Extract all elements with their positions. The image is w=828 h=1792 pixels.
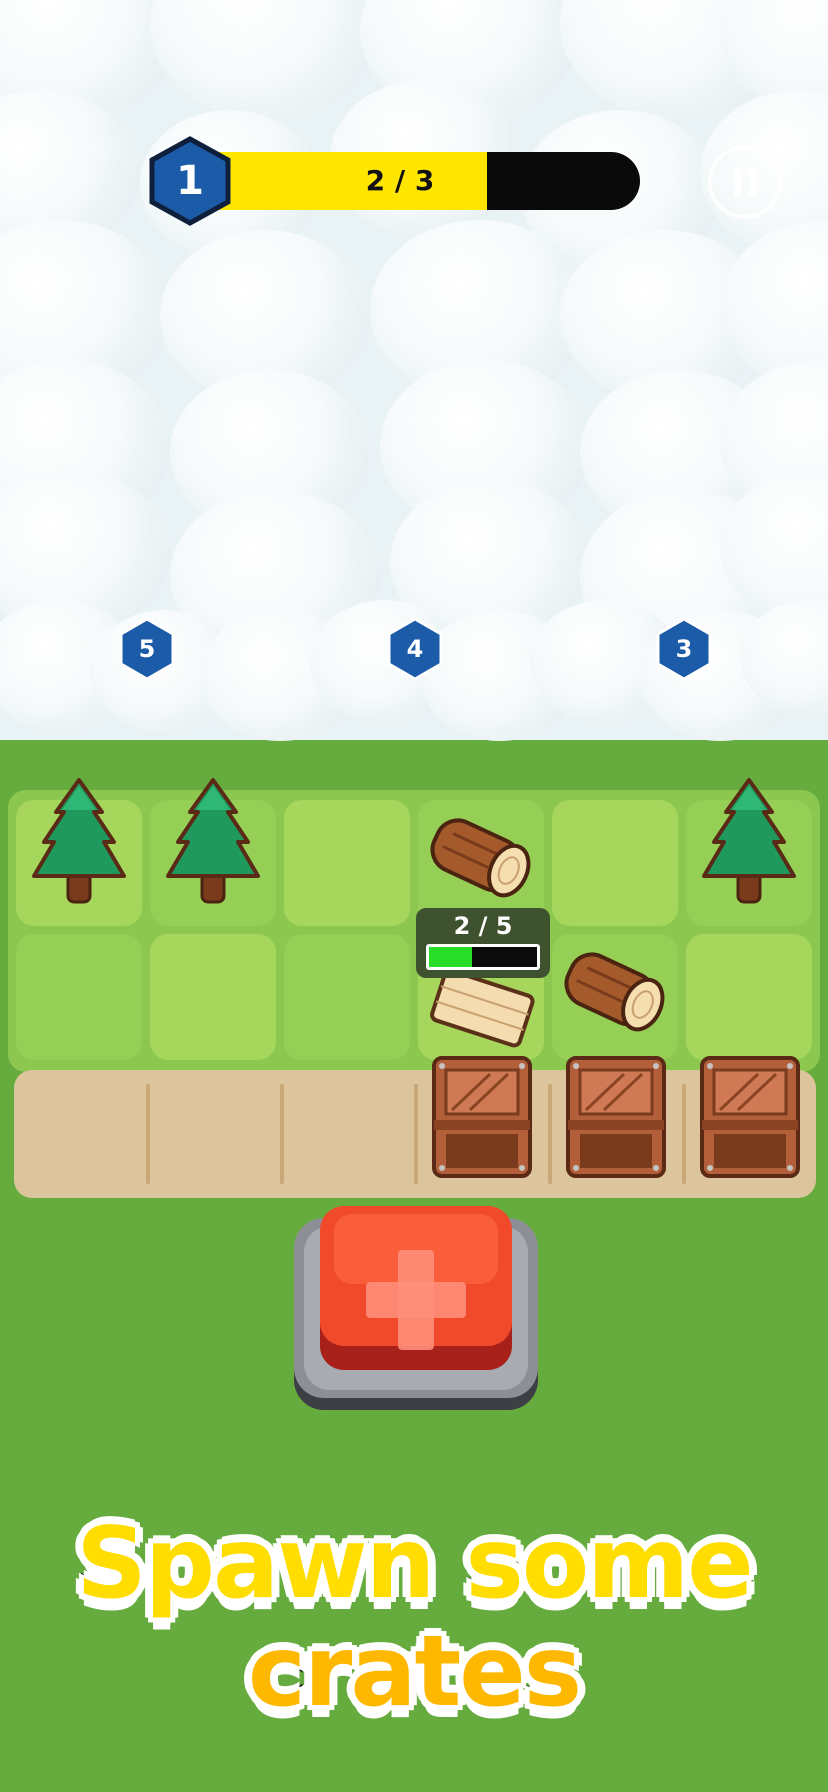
spawn-crate-button[interactable] <box>290 1200 542 1416</box>
zone-unlock-level: 3 <box>675 635 693 663</box>
caption-line-2: crates <box>245 1615 585 1729</box>
production-progress-text: 2 / 5 <box>453 912 513 940</box>
board-tile[interactable] <box>552 800 678 926</box>
conveyor-divider <box>414 1084 418 1184</box>
caption-line-1: Spawn some <box>73 1507 757 1621</box>
conveyor-divider <box>146 1084 150 1184</box>
board-tile[interactable] <box>284 800 410 926</box>
crate-icon[interactable] <box>698 1054 802 1184</box>
board-tile[interactable] <box>686 934 812 1060</box>
locked-zone-badge[interactable]: 4 <box>386 617 444 681</box>
production-progress-bar <box>426 944 540 970</box>
zone-unlock-level: 4 <box>406 635 424 663</box>
production-progress-fill <box>429 947 473 967</box>
locked-zone-badge[interactable]: 3 <box>655 617 713 681</box>
conveyor-divider <box>682 1084 686 1184</box>
crate-icon[interactable] <box>430 1054 534 1184</box>
tree-icon[interactable] <box>694 772 804 916</box>
pause-icon-bar <box>749 169 756 197</box>
zone-unlock-level: 5 <box>138 635 156 663</box>
pause-button[interactable] <box>708 145 782 219</box>
tutorial-caption: Spawn some crates <box>0 1507 828 1729</box>
production-progress-popup: 2 / 5 <box>416 908 550 978</box>
tree-icon[interactable] <box>24 772 134 916</box>
pause-icon <box>734 169 741 197</box>
planks-icon[interactable] <box>422 964 542 1058</box>
log-icon[interactable] <box>556 936 676 1050</box>
level-number: 1 <box>176 158 204 204</box>
crate-icon[interactable] <box>564 1054 668 1184</box>
board-tile[interactable] <box>16 934 142 1060</box>
board-tile[interactable] <box>150 934 276 1060</box>
log-icon[interactable] <box>422 802 542 916</box>
conveyor-divider <box>548 1084 552 1184</box>
level-progress-bar: 2 / 3 <box>180 152 640 210</box>
tree-icon[interactable] <box>158 772 268 916</box>
locked-zone-badge[interactable]: 5 <box>118 617 176 681</box>
board-tile[interactable] <box>284 934 410 1060</box>
conveyor-divider <box>280 1084 284 1184</box>
